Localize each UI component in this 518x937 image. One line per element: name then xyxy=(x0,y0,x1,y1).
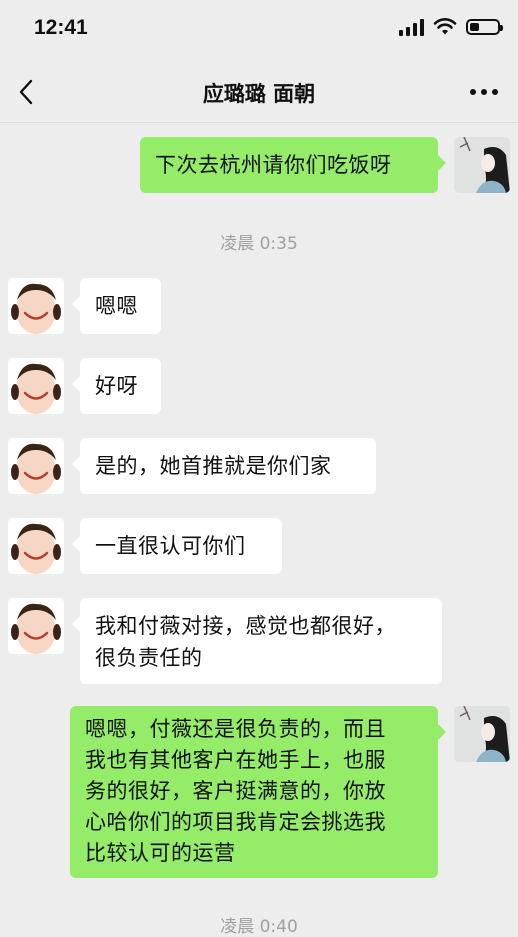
smiley-avatar-icon xyxy=(8,518,64,574)
message-bubble[interactable]: 好呀 xyxy=(72,358,161,414)
status-icons xyxy=(399,18,503,36)
girl-avatar-icon xyxy=(454,706,510,762)
chat-area[interactable]: 下次去杭州请你们吃饭呀 凌晨 0:35 嗯嗯 好呀 是的，她首推就是你们家 一直… xyxy=(0,123,518,937)
smiley-avatar-icon xyxy=(8,278,64,334)
signal-icon xyxy=(399,18,424,36)
timestamp: 凌晨 0:40 xyxy=(220,917,298,937)
smiley-avatar-icon xyxy=(8,598,64,654)
contact-avatar[interactable] xyxy=(8,438,64,494)
nav-bar: 应璐璐 面朝 xyxy=(0,62,518,123)
more-dots-icon xyxy=(470,89,476,95)
message-bubble[interactable]: 嗯嗯，付薇还是很负责的，而且 我也有其他客户在她手上，也服 务的很好，客户挺满意… xyxy=(70,706,446,878)
contact-avatar[interactable] xyxy=(8,358,64,414)
contact-avatar[interactable] xyxy=(8,598,64,654)
my-avatar[interactable] xyxy=(454,706,510,762)
message-bubble[interactable]: 下次去杭州请你们吃饭呀 xyxy=(140,137,446,193)
wifi-icon xyxy=(433,18,457,35)
message-bubble[interactable]: 嗯嗯 xyxy=(72,278,161,334)
contact-avatar[interactable] xyxy=(8,518,64,574)
smiley-avatar-icon xyxy=(8,358,64,414)
status-bar: 12:41 xyxy=(0,0,518,62)
status-time: 12:41 xyxy=(34,16,88,39)
my-avatar[interactable] xyxy=(454,137,510,193)
battery-icon xyxy=(466,19,503,35)
girl-avatar-icon xyxy=(454,137,510,193)
chat-title: 应璐璐 面朝 xyxy=(202,82,316,106)
contact-avatar[interactable] xyxy=(8,278,64,334)
message-bubble[interactable]: 是的，她首推就是你们家 xyxy=(72,438,376,494)
battery-fill xyxy=(470,23,479,31)
message-bubble[interactable]: 我和付薇对接，感觉也都很好， 很负责任的 xyxy=(72,598,442,684)
message-bubble[interactable]: 一直很认可你们 xyxy=(72,518,282,574)
timestamp: 凌晨 0:35 xyxy=(220,234,298,254)
more-button[interactable] xyxy=(464,76,504,108)
smiley-avatar-icon xyxy=(8,438,64,494)
